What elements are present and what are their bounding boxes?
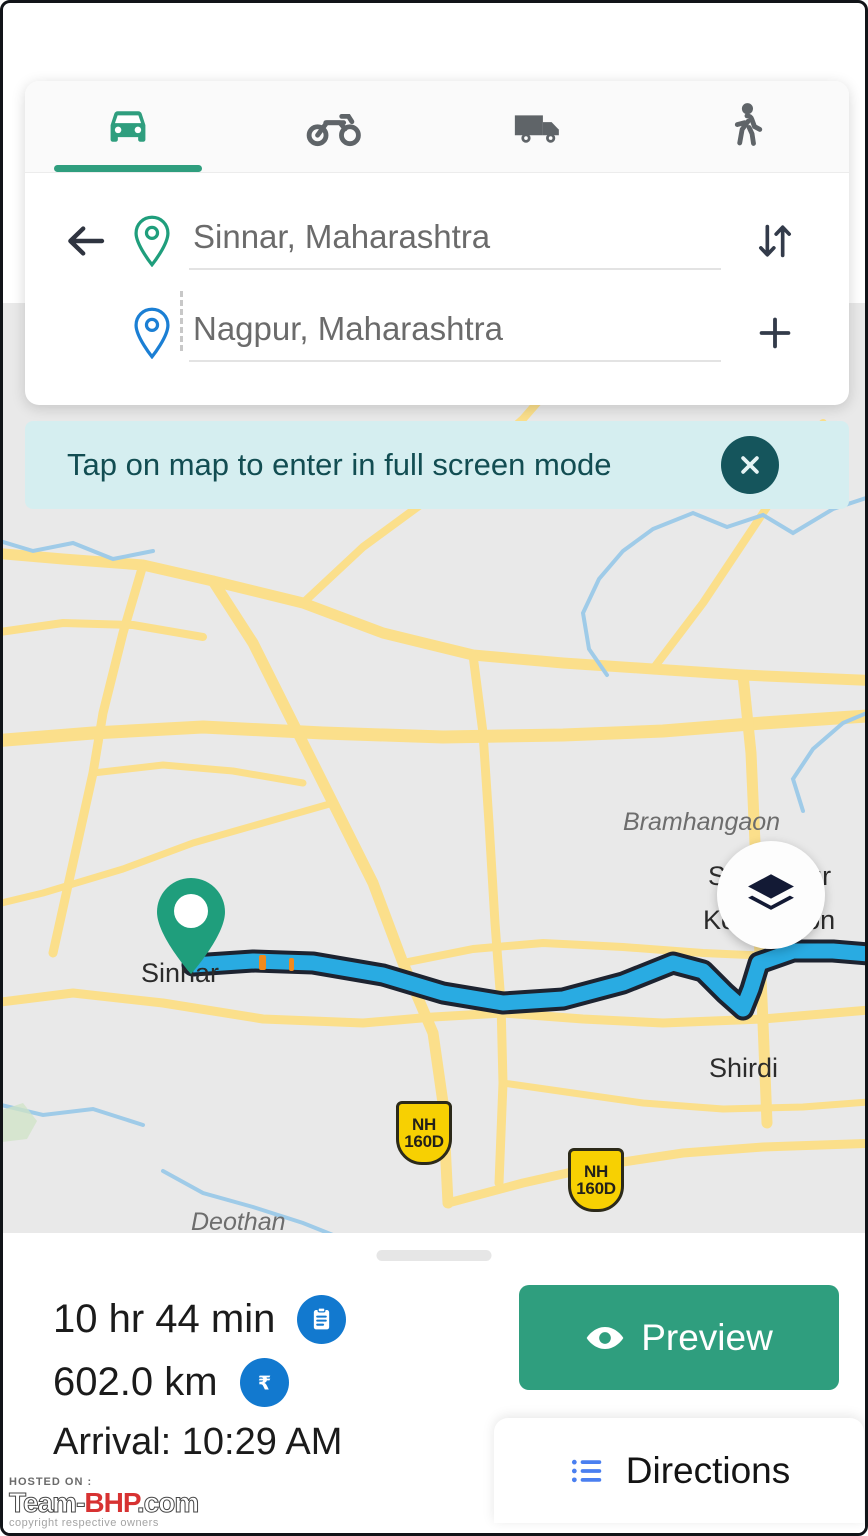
motorcycle-icon: [306, 113, 361, 146]
pin-connector-line: [180, 291, 183, 351]
map-marker-icon[interactable]: [153, 876, 229, 976]
tab-active-underline: [260, 165, 408, 172]
sheet-actions: Preview Directions: [493, 1277, 865, 1533]
tab-truck[interactable]: [437, 81, 643, 172]
tab-motorcycle[interactable]: [231, 81, 437, 172]
walking-icon: [734, 102, 763, 146]
sheet-drag-handle[interactable]: [376, 1250, 492, 1261]
banner-close-button[interactable]: [721, 436, 779, 494]
tab-active-underline: [53, 165, 203, 172]
back-button[interactable]: [51, 217, 121, 265]
svg-text:₹: ₹: [257, 1371, 270, 1394]
trip-details-button[interactable]: [297, 1295, 347, 1344]
distance-text: 602.0 km: [53, 1360, 218, 1404]
origin-pin-icon: [134, 215, 170, 267]
add-stop-button[interactable]: [727, 310, 823, 356]
preview-button[interactable]: Preview: [519, 1285, 839, 1390]
tab-active-underline: [672, 165, 820, 172]
duration-line: 10 hr 44 min: [53, 1295, 493, 1344]
close-circle-icon: [741, 456, 759, 474]
highway-shield: NH 160D: [568, 1148, 624, 1212]
swap-button[interactable]: [727, 218, 823, 264]
route-summary-sheet: 10 hr 44 min 602.0 km ₹ Arrival: 10:29 A…: [3, 1233, 865, 1533]
destination-pin-cell: [121, 307, 183, 359]
arrival-text: Arrival: 10:29 AM: [53, 1421, 343, 1463]
sheet-content: 10 hr 44 min 602.0 km ₹ Arrival: 10:29 A…: [3, 1277, 865, 1533]
destination-pin-icon: [134, 307, 170, 359]
directions-label: Directions: [625, 1449, 791, 1491]
origin-pin-cell: [121, 215, 183, 267]
origin-row: [25, 195, 849, 287]
fullscreen-hint-banner[interactable]: Tap on map to enter in full screen mode: [25, 421, 849, 509]
add-stop-icon: [759, 317, 791, 349]
shield-top-text: NH: [584, 1161, 608, 1181]
preview-label: Preview: [641, 1316, 773, 1358]
shield-top-text: NH: [412, 1114, 436, 1134]
truck-icon: [514, 114, 559, 143]
layers-icon: [748, 874, 794, 910]
car-icon: [110, 110, 146, 142]
duration-text: 10 hr 44 min: [53, 1297, 276, 1341]
directions-button[interactable]: Directions: [494, 1418, 864, 1523]
banner-text: Tap on map to enter in full screen mode: [67, 447, 612, 482]
rupee-icon: ₹: [257, 1371, 270, 1394]
destination-input-cell: [183, 304, 727, 362]
origin-input-cell: [183, 212, 727, 270]
highway-shield: NH 160D: [396, 1101, 452, 1165]
route-search-card: [25, 81, 849, 405]
travel-mode-tabs: [25, 81, 849, 173]
list-icon: [571, 1459, 601, 1482]
tab-car[interactable]: [25, 81, 231, 172]
destination-row: [25, 287, 849, 379]
clipboard-icon: [314, 1307, 330, 1330]
back-arrow-icon: [68, 226, 105, 256]
app-window: Bramhangaon Singnapur Kopargaon Sinnar S…: [0, 0, 868, 1536]
destination-input[interactable]: [189, 304, 721, 362]
shield-bottom-text: 160D: [404, 1132, 444, 1151]
tab-walk[interactable]: [643, 81, 849, 172]
distance-line: 602.0 km ₹: [53, 1358, 493, 1407]
toll-cost-button[interactable]: ₹: [239, 1358, 289, 1407]
swap-vertical-icon: [758, 224, 792, 258]
eye-icon: [586, 1326, 624, 1349]
location-fields: [25, 173, 849, 405]
origin-input[interactable]: [189, 212, 721, 270]
map-layers-button[interactable]: [717, 841, 825, 949]
shield-bottom-text: 160D: [576, 1179, 616, 1198]
tab-active-underline: [466, 165, 614, 172]
route-stats: 10 hr 44 min 602.0 km ₹ Arrival: 10:29 A…: [3, 1277, 493, 1533]
